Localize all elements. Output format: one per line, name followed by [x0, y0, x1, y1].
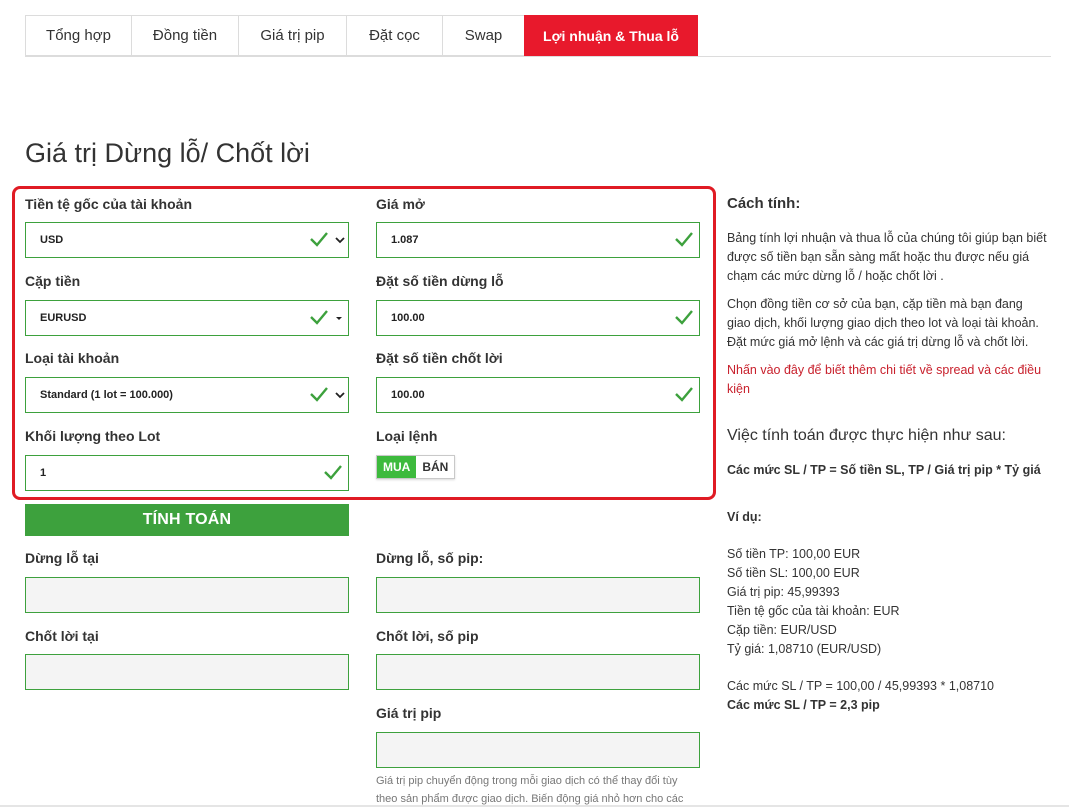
tab-swap[interactable]: Swap — [442, 15, 524, 56]
open-price-label: Giá mở — [376, 196, 425, 212]
stop-loss-amount-value: 100.00 — [391, 312, 425, 324]
take-profit-at-label: Chốt lời tại — [25, 628, 99, 644]
check-icon — [324, 465, 342, 480]
chevron-down-icon — [335, 237, 345, 244]
account-type-value: Standard (1 lot = 100.000) — [40, 389, 173, 401]
pip-note: Giá trị pip chuyển động trong mỗi giao d… — [376, 772, 706, 807]
currency-pair-value: EURUSD — [40, 312, 87, 324]
take-profit-pips-label: Chốt lời, số pip — [376, 628, 479, 644]
take-profit-pips-output — [376, 654, 700, 690]
currency-pair-select[interactable]: EURUSD — [25, 300, 349, 336]
base-currency-label: Tiền tệ gốc của tài khoản — [25, 196, 193, 212]
result-line: Các mức SL / TP = 2,3 pip — [727, 698, 880, 712]
example-title: Ví dụ: — [727, 510, 762, 524]
calc-title: Việc tính toán được thực hiện như sau: — [727, 427, 1006, 444]
sell-option[interactable]: BÁN — [416, 456, 455, 478]
buy-option[interactable]: MUA — [377, 456, 417, 478]
pip-value-output — [376, 732, 700, 768]
base-currency-value: USD — [40, 234, 64, 246]
check-icon — [675, 387, 693, 402]
page-title: Giá trị Dừng lỗ/ Chốt lời — [25, 138, 310, 168]
stop-loss-pips-output — [376, 577, 700, 613]
chevron-down-icon — [335, 392, 345, 399]
calculator-tabs: Tổng hợp Đồng tiền Giá trị pip Đặt cọc S… — [25, 15, 698, 56]
take-profit-amount-label: Đặt số tiền chốt lời — [376, 350, 503, 366]
stop-loss-at-label: Dừng lỗ tại — [25, 550, 99, 566]
stop-loss-at-output — [25, 577, 349, 613]
check-icon — [310, 310, 328, 325]
open-price-value: 1.087 — [391, 234, 419, 246]
account-type-label: Loại tài khoản — [25, 350, 120, 366]
stop-loss-amount-input[interactable]: 100.00 — [376, 300, 700, 336]
how-paragraph-1: Bảng tính lợi nhuận và thua lỗ của chúng… — [727, 231, 1047, 283]
lot-volume-input[interactable]: 1 — [25, 455, 349, 491]
take-profit-amount-input[interactable]: 100.00 — [376, 377, 700, 413]
order-type-label: Loại lệnh — [376, 428, 438, 444]
example-line: Tỷ giá: 1,08710 (EUR/USD) — [727, 642, 882, 656]
check-icon — [310, 387, 328, 402]
tab-profit-loss[interactable]: Lợi nhuận & Thua lỗ — [524, 15, 698, 56]
take-profit-at-output — [25, 654, 349, 690]
example-line: Cặp tiền: EUR/USD — [727, 623, 837, 637]
check-icon — [675, 310, 693, 325]
tab-currency[interactable]: Đồng tiền — [131, 15, 238, 56]
check-icon — [310, 232, 328, 247]
example-line: Giá trị pip: 45,99393 — [727, 585, 840, 599]
tab-divider — [25, 56, 1051, 57]
how-paragraph-2: Chọn đồng tiền cơ sở của bạn, cặp tiền m… — [727, 297, 1039, 349]
pip-note-line: Giá trị pip chuyển động trong mỗi giao d… — [376, 775, 678, 787]
example-line: Tiền tệ gốc của tài khoản: EUR — [727, 604, 900, 618]
result-line: Các mức SL / TP = 100,00 / 45,99393 * 1,… — [727, 679, 994, 693]
lot-volume-value: 1 — [40, 467, 47, 479]
example-line: Số tiền SL: 100,00 EUR — [727, 566, 860, 580]
account-type-select[interactable]: Standard (1 lot = 100.000) — [25, 377, 349, 413]
caret-down-icon — [336, 317, 342, 320]
stop-loss-amount-label: Đặt số tiền dừng lỗ — [376, 273, 504, 289]
tab-overview[interactable]: Tổng hợp — [25, 15, 131, 56]
tab-pip-value[interactable]: Giá trị pip — [238, 15, 346, 56]
lot-volume-label: Khối lượng theo Lot — [25, 428, 161, 444]
formula: Các mức SL / TP = Số tiền SL, TP / Giá t… — [727, 463, 1041, 477]
example-line: Số tiền TP: 100,00 EUR — [727, 547, 861, 561]
pip-value-label: Giá trị pip — [376, 705, 442, 721]
stop-loss-pips-label: Dừng lỗ, số pip: — [376, 550, 484, 566]
order-type-toggle: MUA BÁN — [376, 455, 456, 479]
currency-pair-label: Cặp tiền — [25, 273, 81, 289]
how-title: Cách tính: — [727, 195, 801, 212]
spread-conditions-link[interactable]: Nhấn vào đây để biết thêm chi tiết về sp… — [727, 361, 1047, 399]
check-icon — [675, 232, 693, 247]
calculate-button[interactable]: TÍNH TOÁN — [25, 504, 349, 536]
open-price-input[interactable]: 1.087 — [376, 222, 700, 258]
take-profit-amount-value: 100.00 — [391, 389, 425, 401]
tab-deposit[interactable]: Đặt cọc — [346, 15, 442, 56]
base-currency-select[interactable]: USD — [25, 222, 349, 258]
